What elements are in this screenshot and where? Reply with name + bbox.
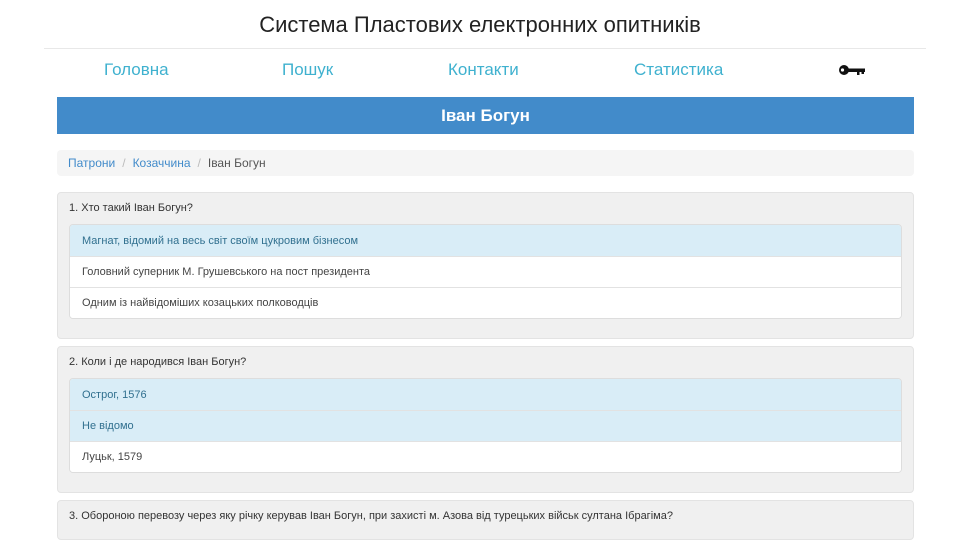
nav-item-contacts[interactable]: Контакти xyxy=(448,60,519,80)
answer-option[interactable]: Одним із найвідоміших козацьких полковод… xyxy=(70,287,901,318)
nav-item-statistics[interactable]: Статистика xyxy=(634,60,723,80)
page-title: Іван Богун xyxy=(57,97,914,134)
answer-option[interactable]: Головний суперник М. Грушевського на пос… xyxy=(70,256,901,287)
nav-item-search[interactable]: Пошук xyxy=(282,60,333,80)
question-card: 2. Коли і де народився Іван Богун? Остро… xyxy=(57,346,914,493)
key-icon[interactable] xyxy=(838,63,866,77)
question-text: 1. Хто такий Іван Богун? xyxy=(69,202,193,214)
answer-list: Острог, 1576 Не відомо Луцьк, 1579 xyxy=(69,378,902,473)
breadcrumb-separator: / xyxy=(197,156,201,170)
nav-item-home[interactable]: Головна xyxy=(104,60,169,80)
breadcrumb-item-patrons[interactable]: Патрони xyxy=(68,156,115,170)
answer-option[interactable]: Острог, 1576 xyxy=(70,379,901,410)
question-card: 3. Обороною перевозу через яку річку кер… xyxy=(57,500,914,540)
breadcrumb-current: Іван Богун xyxy=(207,156,266,170)
site-title: Система Пластових електронних опитників xyxy=(259,12,701,37)
breadcrumb-item-cossacks[interactable]: Козаччина xyxy=(133,156,191,170)
answer-option[interactable]: Луцьк, 1579 xyxy=(70,441,901,472)
question-card: 1. Хто такий Іван Богун? Магнат, відомий… xyxy=(57,192,914,339)
answer-option[interactable]: Не відомо xyxy=(70,410,901,441)
breadcrumb: Патрони / Козаччина / Іван Богун xyxy=(57,150,914,176)
question-text: 2. Коли і де народився Іван Богун? xyxy=(69,356,247,368)
answer-list: Магнат, відомий на весь світ своїм цукро… xyxy=(69,224,902,319)
answer-option[interactable]: Магнат, відомий на весь світ своїм цукро… xyxy=(70,225,901,256)
question-text: 3. Обороною перевозу через яку річку кер… xyxy=(69,510,673,522)
breadcrumb-separator: / xyxy=(122,156,126,170)
